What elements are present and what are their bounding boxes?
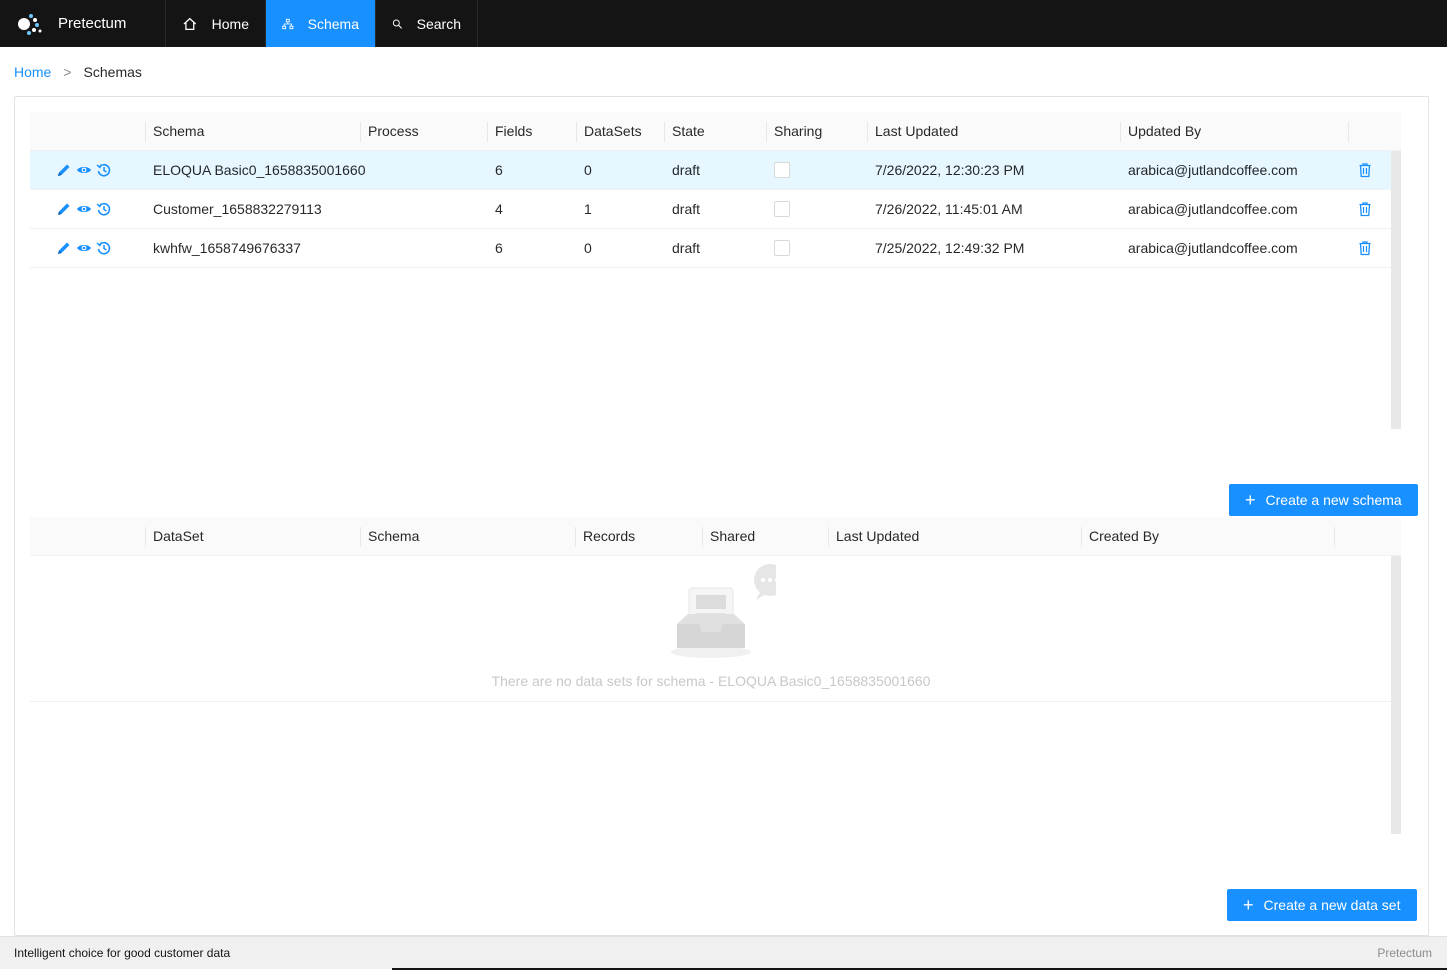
- history-icon[interactable]: [96, 201, 112, 217]
- cell-state: draft: [672, 240, 701, 256]
- cell-last-updated: 7/26/2022, 12:30:23 PM: [875, 162, 1025, 178]
- cell-datasets: 1: [584, 201, 592, 217]
- cell-fields: 4: [495, 201, 503, 217]
- col-schema[interactable]: Schema: [360, 517, 419, 556]
- schema-table: Schema Process Fields DataSets State Sha…: [30, 112, 1401, 268]
- nav-schema[interactable]: Schema: [266, 0, 376, 47]
- history-icon[interactable]: [96, 240, 112, 256]
- nav-search-label: Search: [416, 15, 461, 32]
- view-icon[interactable]: [76, 240, 92, 256]
- table-row[interactable]: Customer_1658832279113 4 1 draft 7/26/20…: [30, 190, 1401, 229]
- sharing-checkbox[interactable]: [774, 162, 790, 178]
- col-process[interactable]: Process: [360, 112, 419, 151]
- edit-icon[interactable]: [56, 240, 72, 256]
- schema-table-scrollbar[interactable]: [1391, 151, 1401, 429]
- cell-process: [360, 151, 368, 189]
- create-dataset-label: Create a new data set: [1263, 897, 1401, 913]
- plus-icon: +: [1245, 490, 1256, 510]
- sharing-checkbox[interactable]: [774, 201, 790, 217]
- sharing-checkbox[interactable]: [774, 240, 790, 256]
- cell-datasets: 0: [584, 240, 592, 256]
- nav-home[interactable]: Home: [166, 0, 266, 47]
- top-nav-bar: Pretectum Home Schema Search: [0, 0, 1447, 47]
- cell-fields: 6: [495, 162, 503, 178]
- breadcrumb-current: Schemas: [83, 64, 142, 80]
- delete-icon[interactable]: [1357, 240, 1373, 256]
- cell-last-updated: 7/26/2022, 11:45:01 AM: [875, 201, 1023, 217]
- table-row[interactable]: kwhfw_1658749676337 6 0 draft 7/25/2022,…: [30, 229, 1401, 268]
- brand[interactable]: Pretectum: [0, 0, 166, 47]
- cell-schema[interactable]: Customer_1658832279113: [145, 190, 322, 228]
- empty-state-text: There are no data sets for schema - ELOQ…: [491, 673, 931, 689]
- cell-last-updated: 7/25/2022, 12:49:32 PM: [875, 240, 1025, 256]
- col-datasets[interactable]: DataSets: [576, 112, 642, 151]
- col-updated-by[interactable]: Updated By: [1120, 112, 1201, 151]
- schemas-card: Schema Process Fields DataSets State Sha…: [14, 96, 1429, 936]
- cell-updated-by: arabica@jutlandcoffee.com: [1128, 162, 1298, 178]
- col-last-updated[interactable]: Last Updated: [828, 517, 919, 556]
- view-icon[interactable]: [76, 162, 92, 178]
- create-schema-label: Create a new schema: [1265, 492, 1402, 508]
- table-row[interactable]: ELOQUA Basic0_1658835001660 6 0 draft 7/…: [30, 151, 1401, 190]
- view-icon[interactable]: [76, 201, 92, 217]
- col-last-updated[interactable]: Last Updated: [867, 112, 958, 151]
- col-created-by[interactable]: Created By: [1081, 517, 1159, 556]
- cell-state: draft: [672, 201, 701, 217]
- cell-updated-by: arabica@jutlandcoffee.com: [1128, 240, 1298, 256]
- nav-search[interactable]: Search: [376, 0, 478, 47]
- cell-datasets: 0: [584, 162, 592, 178]
- cell-process: [360, 190, 368, 228]
- dataset-empty-state: There are no data sets for schema - ELOQ…: [30, 555, 1392, 702]
- dataset-table-scrollbar[interactable]: [1391, 556, 1401, 834]
- col-fields[interactable]: Fields: [487, 112, 532, 151]
- history-icon[interactable]: [96, 162, 112, 178]
- pretectum-logo-icon: [18, 13, 42, 35]
- schema-table-header: Schema Process Fields DataSets State Sha…: [30, 112, 1401, 151]
- col-schema[interactable]: Schema: [145, 112, 204, 151]
- plus-icon: +: [1243, 895, 1254, 915]
- cell-updated-by: arabica@jutlandcoffee.com: [1128, 201, 1298, 217]
- empty-inbox-icon: [671, 564, 776, 658]
- breadcrumb-separator: >: [63, 64, 72, 80]
- edit-icon[interactable]: [56, 201, 72, 217]
- home-icon: [183, 17, 197, 30]
- nav-schema-label: Schema: [307, 15, 359, 32]
- col-sharing[interactable]: Sharing: [766, 112, 822, 151]
- breadcrumb: Home > Schemas: [14, 64, 142, 80]
- cell-schema[interactable]: kwhfw_1658749676337: [145, 229, 301, 267]
- footer-brand: Pretectum: [1377, 946, 1432, 960]
- create-dataset-button[interactable]: + Create a new data set: [1227, 889, 1417, 921]
- cell-fields: 6: [495, 240, 503, 256]
- col-records[interactable]: Records: [575, 517, 635, 556]
- dataset-table: DataSet Schema Records Shared Last Updat…: [30, 517, 1401, 556]
- col-shared[interactable]: Shared: [702, 517, 755, 556]
- brand-name: Pretectum: [58, 15, 127, 32]
- delete-icon[interactable]: [1357, 201, 1373, 217]
- col-state[interactable]: State: [664, 112, 705, 151]
- search-icon: [392, 19, 403, 29]
- breadcrumb-home[interactable]: Home: [14, 64, 51, 80]
- edit-icon[interactable]: [56, 162, 72, 178]
- footer-tagline: Intelligent choice for good customer dat…: [14, 946, 231, 960]
- footer: Intelligent choice for good customer dat…: [0, 936, 1447, 970]
- cell-schema[interactable]: ELOQUA Basic0_1658835001660: [145, 151, 366, 189]
- delete-icon[interactable]: [1357, 162, 1373, 178]
- create-schema-button[interactable]: + Create a new schema: [1229, 484, 1418, 516]
- cell-process: [360, 229, 368, 267]
- nav-home-label: Home: [211, 15, 249, 32]
- col-dataset[interactable]: DataSet: [145, 517, 204, 556]
- dataset-table-header: DataSet Schema Records Shared Last Updat…: [30, 517, 1401, 556]
- cell-state: draft: [672, 162, 701, 178]
- schema-icon: [282, 18, 294, 29]
